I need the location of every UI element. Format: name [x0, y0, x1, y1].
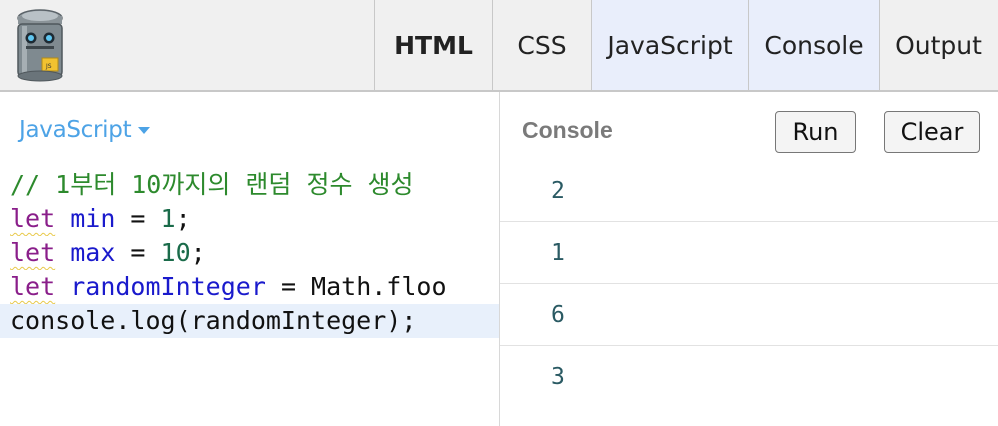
- console-panel: Console Run Clear 2 1 6 3: [500, 92, 998, 426]
- code-operator: =: [115, 238, 161, 267]
- code-plain: console.log(randomInteger);: [10, 306, 417, 335]
- code-line-current[interactable]: console.log(randomInteger);: [0, 304, 499, 338]
- clear-button[interactable]: Clear: [884, 111, 980, 153]
- code-rest: = Math.floo: [265, 272, 447, 301]
- console-output-row: 6: [500, 284, 998, 346]
- code-line[interactable]: let max = 10;: [0, 236, 499, 270]
- code-number: 10: [160, 238, 191, 267]
- code-line[interactable]: let randomInteger = Math.floo: [0, 270, 499, 304]
- code-operator: =: [115, 204, 161, 233]
- caret-down-icon: [138, 127, 151, 134]
- code-editor[interactable]: // 1부터 10까지의 랜덤 정수 생성 let min = 1; let m…: [0, 168, 499, 338]
- panel-tabs: HTML CSS JavaScript Console Output: [374, 0, 997, 90]
- tab-javascript[interactable]: JavaScript: [591, 0, 748, 90]
- language-dropdown[interactable]: JavaScript: [19, 117, 151, 143]
- code-variable: randomInteger: [70, 272, 266, 301]
- code-comment: // 1부터 10까지의 랜덤 정수 생성: [10, 170, 414, 199]
- console-title: Console: [522, 117, 613, 143]
- toolbar: JS HTML CSS JavaScript Console Output: [0, 0, 998, 92]
- code-variable: min: [70, 204, 116, 233]
- code-semicolon: ;: [175, 204, 191, 233]
- code-number: 1: [160, 204, 176, 233]
- code-line[interactable]: // 1부터 10까지의 랜덤 정수 생성: [0, 168, 499, 202]
- javascript-panel: JavaScript // 1부터 10까지의 랜덤 정수 생성 let min…: [0, 92, 499, 426]
- svg-text:JS: JS: [45, 63, 52, 70]
- code-line[interactable]: let min = 1;: [0, 202, 499, 236]
- language-label: JavaScript: [19, 117, 132, 143]
- code-keyword: let: [10, 204, 56, 233]
- console-output-row: 1: [500, 222, 998, 284]
- tab-console[interactable]: Console: [748, 0, 879, 90]
- code-keyword: let: [10, 238, 56, 267]
- code-semicolon: ;: [190, 238, 206, 267]
- jsbin-logo-icon[interactable]: JS: [12, 6, 68, 84]
- code-variable: max: [70, 238, 116, 267]
- console-output-row: 3: [551, 364, 565, 390]
- run-button[interactable]: Run: [775, 111, 856, 153]
- console-output-row: 2: [500, 160, 998, 222]
- code-keyword: let: [10, 272, 56, 301]
- console-output: 2 1 6 3: [500, 160, 998, 408]
- tab-html[interactable]: HTML: [374, 0, 492, 90]
- tab-output[interactable]: Output: [879, 0, 997, 90]
- tab-css[interactable]: CSS: [492, 0, 591, 90]
